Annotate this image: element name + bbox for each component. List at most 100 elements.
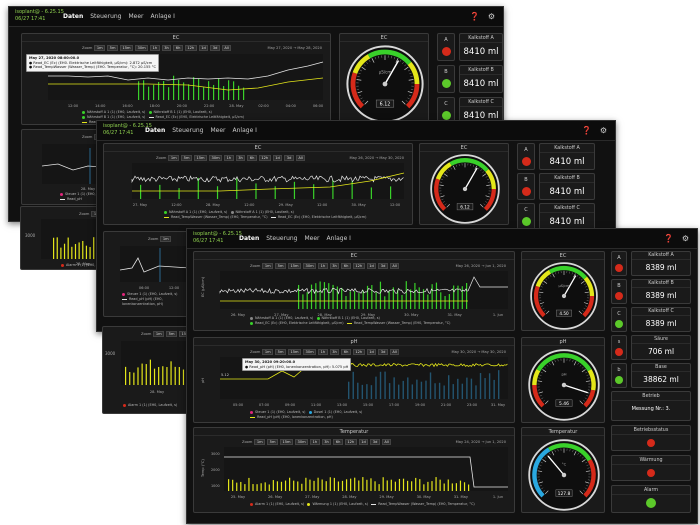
menu-steuerung[interactable]: Steuerung (90, 13, 121, 20)
zoom-button-1d[interactable]: 1d (358, 439, 369, 445)
zoom-button-5m[interactable]: 5m (275, 263, 286, 269)
zoom-button-15m[interactable]: 15m (119, 45, 134, 51)
zoom-button-3h[interactable]: 3h (235, 155, 246, 161)
series-bar (451, 483, 453, 491)
zoom-button-3d[interactable]: 3d (378, 349, 388, 355)
zoom-button-1d[interactable]: 1d (366, 349, 377, 355)
zoom-button-1d[interactable]: 1d (366, 263, 377, 269)
y-box-a: A (517, 143, 535, 170)
zoom-label: Zoom (250, 350, 261, 354)
menu-anlage[interactable]: Anlage I (151, 13, 175, 20)
zoom-button-1h[interactable]: 1h (318, 349, 328, 355)
zoom-button-1m[interactable]: 1m (254, 439, 266, 445)
zoom-button-3d[interactable]: 3d (210, 45, 220, 51)
menu-meer[interactable]: Meer (304, 235, 319, 242)
series-bar (67, 237, 69, 259)
series-bar (384, 371, 386, 399)
zoom-button-12h[interactable]: 12h (258, 155, 271, 161)
zoom-button-15m[interactable]: 15m (287, 263, 302, 269)
temp-chart: 3000 28. May (105, 341, 189, 394)
series-bar (197, 177, 199, 199)
zoom-button-12h[interactable]: 12h (184, 45, 197, 51)
series-bar (256, 484, 258, 491)
zoom-button-1d[interactable]: 1d (198, 45, 209, 51)
zoom-button-5m[interactable]: 5m (267, 439, 278, 445)
zoom-button-All[interactable]: All (389, 349, 400, 355)
menu-anlage[interactable]: Anlage I (327, 235, 351, 242)
zoom-button-30m[interactable]: 30m (209, 155, 223, 161)
zoom-button-3h[interactable]: 3h (329, 349, 340, 355)
series-bar (375, 376, 377, 399)
help-icon[interactable]: ❓ (582, 126, 592, 135)
zoom-button-6h[interactable]: 6h (341, 263, 351, 269)
zoom-button-1h[interactable]: 1h (150, 45, 160, 51)
zoom-button-3d[interactable]: 3d (378, 263, 388, 269)
zoom-button-3d[interactable]: 3d (284, 155, 294, 161)
series-bar (82, 240, 84, 259)
zoom-button-15m[interactable]: 15m (193, 155, 208, 161)
menu-meer[interactable]: Meer (210, 127, 225, 134)
indicator-alarm: Alarm (611, 485, 691, 513)
zoom-button-5m[interactable]: 5m (107, 45, 118, 51)
zoom-button-All[interactable]: All (221, 45, 232, 51)
zoom-button-6h[interactable]: 6h (333, 439, 343, 445)
y-box-B: B (611, 279, 627, 304)
zoom-button-1h[interactable]: 1h (318, 263, 328, 269)
zoom-button-30m[interactable]: 30m (295, 439, 309, 445)
zoom-button-3h[interactable]: 3h (161, 45, 172, 51)
x-tick: 29. May (379, 495, 394, 499)
zoom-button-6h[interactable]: 6h (173, 45, 183, 51)
zoom-button-3h[interactable]: 3h (321, 439, 332, 445)
status-led (441, 111, 451, 120)
zoom-button-1m[interactable]: 1m (262, 349, 274, 355)
zoom-button-All[interactable]: All (389, 263, 400, 269)
zoom-button-3d[interactable]: 3d (370, 439, 380, 445)
zoom-button-3h[interactable]: 3h (329, 263, 340, 269)
help-icon[interactable]: ❓ (664, 234, 674, 243)
x-tick: 18:00 (149, 104, 160, 108)
series-bar (252, 484, 254, 491)
temp-chart: Temp (°C) 3000 2000 1000 25. May 26. May 2… (201, 447, 508, 499)
x-tick: 29. May (279, 203, 294, 207)
zoom-bar: Zoom 1m 5m 15m 30m 1h 3h 6h 12h 1d 3d All (82, 45, 232, 51)
zoom-button-12h[interactable]: 12h (352, 263, 365, 269)
zoom-button-30m[interactable]: 30m (303, 263, 317, 269)
series-bar (309, 479, 311, 491)
zoom-button-5m[interactable]: 5m (181, 155, 192, 161)
zoom-button-12h[interactable]: 12h (344, 439, 357, 445)
zoom-button-1m[interactable]: 1m (94, 45, 106, 51)
zoom-button-1h[interactable]: 1h (224, 155, 234, 161)
menu-steuerung[interactable]: Steuerung (266, 235, 297, 242)
menu-steuerung[interactable]: Steuerung (172, 127, 203, 134)
zoom-button-1m[interactable]: 1m (168, 155, 180, 161)
series-bar (280, 481, 283, 491)
series-bar (337, 481, 340, 491)
help-icon[interactable]: ❓ (470, 12, 480, 21)
menu-meer[interactable]: Meer (128, 13, 143, 20)
menu-daten[interactable]: Daten (63, 13, 83, 20)
gear-icon[interactable]: ⚙ (682, 234, 689, 243)
gear-icon[interactable]: ⚙ (600, 126, 607, 135)
menu-anlage[interactable]: Anlage I (233, 127, 257, 134)
zoom-button-1d[interactable]: 1d (272, 155, 283, 161)
x-tick: 31. May (491, 403, 506, 407)
zoom-button-6h[interactable]: 6h (247, 155, 257, 161)
chart-tooltip: May 30, 2020 09:20:00.0 ● Read_pH (pH) (… (242, 358, 352, 372)
zoom-button-1h[interactable]: 1h (310, 439, 320, 445)
zoom-button-30m[interactable]: 30m (135, 45, 149, 51)
gear-icon[interactable]: ⚙ (488, 12, 495, 21)
zoom-button-All[interactable]: All (381, 439, 392, 445)
menu-daten[interactable]: Daten (145, 127, 165, 134)
zoom-button-5m[interactable]: 5m (275, 349, 286, 355)
gauge-value: 5.46 (559, 401, 569, 407)
zoom-button-1m[interactable]: 1m (262, 263, 274, 269)
zoom-button-All[interactable]: All (295, 155, 306, 161)
zoom-button-6h[interactable]: 6h (341, 349, 351, 355)
zoom-button-15m[interactable]: 15m (287, 349, 302, 355)
zoom-button-12h[interactable]: 12h (352, 349, 365, 355)
zoom-button-30m[interactable]: 30m (303, 349, 317, 355)
menu-daten[interactable]: Daten (239, 235, 259, 242)
zoom-button-15m[interactable]: 15m (279, 439, 294, 445)
status-led (521, 217, 531, 226)
x-tick: 12:00 (244, 203, 255, 207)
